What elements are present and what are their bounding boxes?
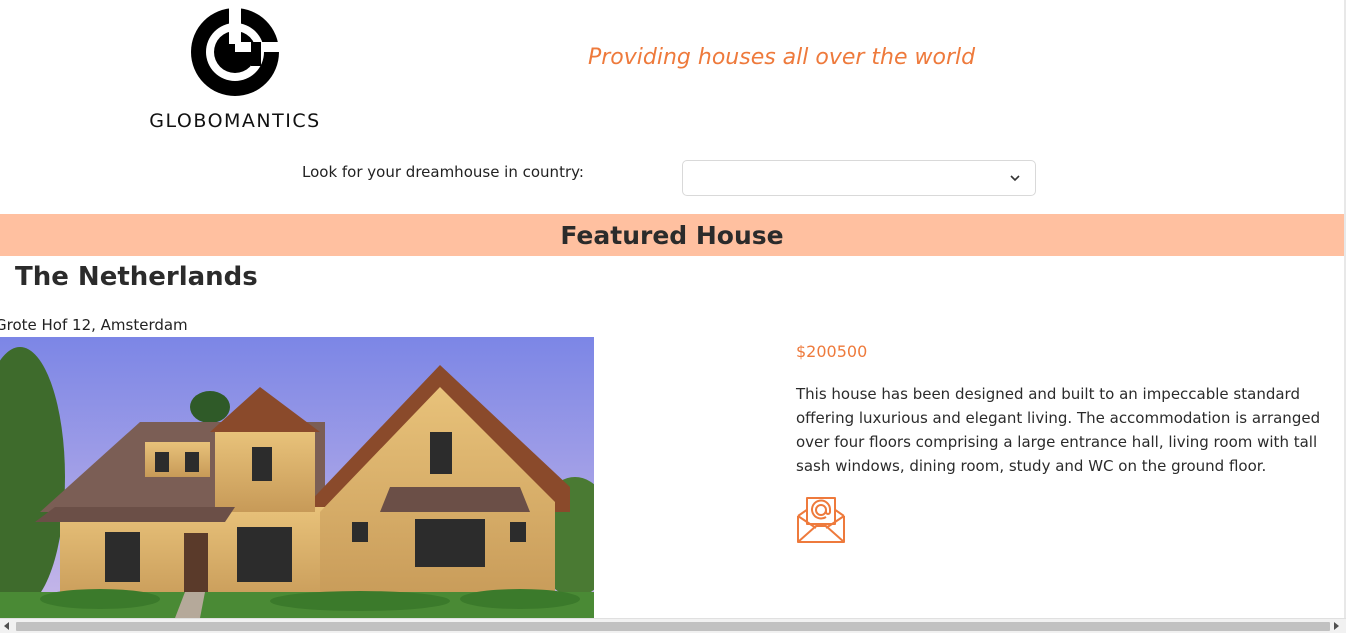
scroll-left-icon[interactable]: [4, 622, 10, 630]
featured-banner: Featured House: [0, 214, 1344, 256]
country-select[interactable]: [682, 160, 1036, 196]
horizontal-scrollbar[interactable]: [0, 618, 1346, 633]
globomantics-logo[interactable]: GLOBOMANTICS: [140, 6, 330, 134]
contact-email-button[interactable]: [796, 494, 846, 544]
house-address: Grote Hof 12, Amsterdam: [0, 316, 188, 334]
chevron-down-icon: [1010, 175, 1020, 182]
country-search-label: Look for your dreamhouse in country:: [302, 163, 584, 181]
logo-text: GLOBOMANTICS: [149, 110, 321, 132]
house-price: $200500: [796, 342, 868, 361]
scrollbar-thumb[interactable]: [16, 622, 1330, 631]
scroll-right-icon[interactable]: [1334, 622, 1340, 630]
house-description: This house has been designed and built t…: [796, 385, 1321, 475]
house-photo: [0, 337, 594, 618]
globomantics-logo-icon: [191, 6, 281, 96]
country-heading: The Netherlands: [15, 262, 258, 292]
email-envelope-icon: [797, 497, 845, 543]
featured-title: Featured House: [560, 220, 784, 250]
tagline: Providing houses all over the world: [588, 45, 976, 70]
